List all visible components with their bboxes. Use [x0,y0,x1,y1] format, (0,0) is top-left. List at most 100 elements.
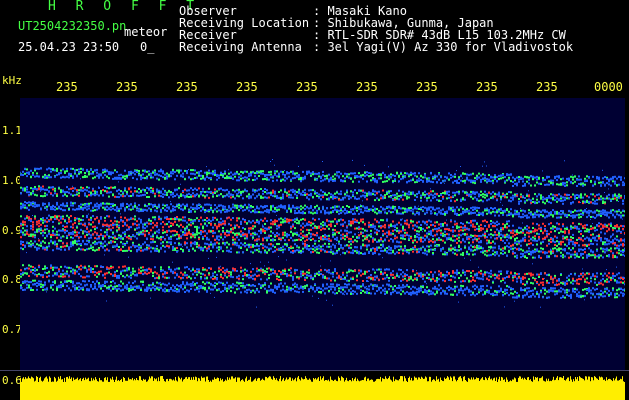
signal-pixel [122,275,124,278]
signal-pixel [26,191,28,194]
signal-pixel [308,194,310,196]
signal-pixel [22,248,24,251]
signal-pixel [302,272,304,275]
signal-pixel [38,244,40,247]
signal-pixel [138,231,140,234]
noise-pixel [298,165,299,167]
signal-pixel [340,276,342,279]
signal-pixel [234,238,236,241]
signal-pixel [90,223,92,226]
signal-pixel [108,171,110,174]
signal-pixel [322,208,324,211]
signal-pixel [28,275,30,277]
signal-pixel [76,217,78,220]
signal-pixel [180,248,182,250]
signal-pixel [74,222,76,224]
signal-pixel [372,247,374,250]
signal-pixel [158,249,160,252]
signal-pixel [304,243,306,245]
signal-pixel [416,248,418,251]
signal-pixel [100,216,102,219]
signal-pixel [350,231,352,234]
noise-pixel [182,246,183,248]
signal-pixel [104,244,106,247]
signal-pixel [60,248,62,251]
noise-pixel [186,228,187,230]
signal-pixel [286,218,288,221]
signal-pixel [94,169,96,172]
signal-pixel [218,270,220,273]
signal-pixel [114,223,116,226]
signal-pixel [390,285,392,288]
signal-pixel [386,291,388,294]
signal-pixel [284,190,286,193]
signal-pixel [402,190,404,193]
signal-pixel [166,276,168,279]
signal-pixel [300,239,302,241]
noise-pixel [164,288,165,290]
signal-pixel [208,218,210,221]
signal-pixel [88,204,90,207]
signal-pixel [310,239,312,241]
signal-pixel [168,266,170,269]
signal-pixel [208,203,210,206]
signal-pixel [20,273,22,275]
signal-pixel [318,226,320,229]
signal-pixel [330,193,332,196]
signal-pixel [418,208,420,210]
signal-pixel [420,285,422,288]
noise-pixel [314,223,315,225]
signal-pixel [150,250,152,253]
signal-pixel [36,243,38,246]
signal-pixel [410,220,412,223]
signal-pixel [28,201,30,204]
signal-pixel [62,176,64,179]
signal-pixel [150,222,152,225]
signal-pixel [348,206,350,208]
signal-pixel [82,219,84,221]
signal-pixel [312,189,314,192]
signal-pixel [188,196,190,198]
signal-pixel [114,216,116,219]
signal-pixel [234,172,236,175]
signal-pixel [358,189,360,192]
signal-pixel [156,250,158,252]
signal-pixel [82,276,84,279]
signal-pixel [152,216,154,219]
signal-pixel [88,202,90,205]
signal-pixel [266,208,268,211]
signal-pixel [378,173,380,176]
signal-pixel [110,208,112,211]
signal-pixel [182,273,184,276]
signal-pixel [54,206,56,208]
signal-pixel [410,275,412,278]
signal-pixel [412,270,414,273]
signal-pixel [150,229,152,232]
signal-pixel [88,218,90,221]
signal-pixel [122,288,124,291]
signal-pixel [282,206,284,209]
signal-pixel [64,275,66,278]
signal-pixel [408,180,410,183]
signal-pixel [126,274,128,277]
signal-pixel [282,233,284,236]
signal-pixel [190,187,192,190]
signal-pixel [236,206,238,209]
signal-pixel [134,173,136,176]
signal-pixel [92,193,94,196]
signal-pixel [380,250,382,252]
signal-pixel [74,169,76,172]
noise-pixel [226,217,227,219]
noise-pixel [238,193,239,195]
signal-pixel [32,187,34,190]
signal-pixel [350,269,352,272]
signal-pixel [362,290,364,292]
signal-pixel [148,247,150,250]
signal-pixel [60,273,62,275]
signal-pixel [384,268,386,271]
signal-pixel [226,241,228,244]
signal-pixel [372,268,374,271]
signal-pixel [260,205,262,208]
signal-pixel [334,192,336,195]
signal-pixel [314,249,316,252]
